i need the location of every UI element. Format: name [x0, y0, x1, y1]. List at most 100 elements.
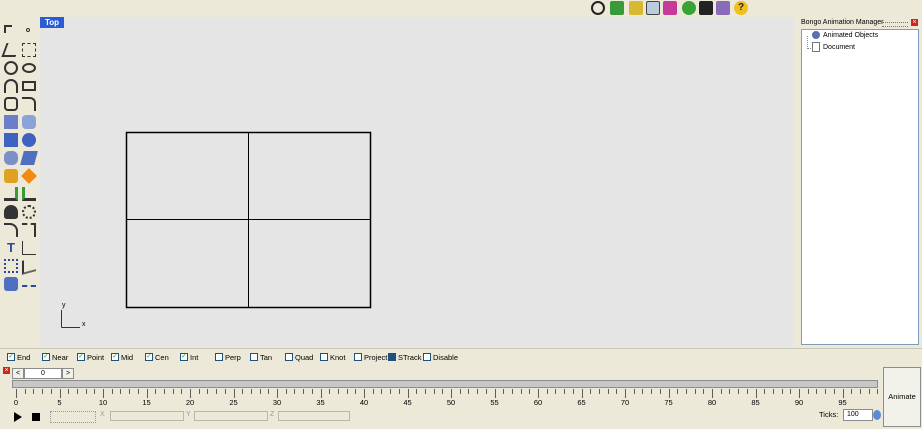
sphere-icon[interactable] — [22, 133, 36, 147]
viewport-drawing — [61, 131, 372, 328]
help-icon[interactable]: ? — [734, 1, 748, 15]
ruler-number: 90 — [794, 398, 804, 407]
fillet-icon[interactable] — [22, 97, 36, 111]
render-icon[interactable] — [646, 1, 660, 15]
snap-end[interactable]: End — [7, 352, 30, 363]
object-tree[interactable]: Animated Objects Document — [801, 29, 919, 345]
ruler-number: 50 — [446, 398, 456, 407]
objects-icon — [812, 31, 820, 40]
extrude-icon[interactable] — [20, 151, 38, 165]
mesh-icon[interactable] — [4, 277, 18, 291]
checkbox-project[interactable] — [354, 353, 362, 362]
snap-cen[interactable]: Cen — [145, 352, 169, 363]
snap-disable[interactable]: Disable — [423, 352, 458, 363]
cylinder-icon[interactable] — [4, 151, 18, 165]
ruler-number: 45 — [403, 398, 412, 407]
snap-strack[interactable]: STrack — [388, 352, 421, 363]
materials-icon[interactable] — [663, 1, 677, 15]
snap-quad[interactable]: Quad — [285, 352, 313, 363]
properties-icon[interactable] — [610, 1, 624, 15]
ellipse-icon[interactable] — [22, 63, 36, 73]
animation-icon[interactable] — [682, 1, 696, 15]
trim-icon[interactable] — [22, 187, 36, 201]
polyline-icon[interactable] — [1, 43, 21, 57]
axis-y-label: y — [62, 302, 66, 309]
snap-point[interactable]: Point — [77, 352, 104, 363]
snap-perp[interactable]: Perp — [215, 352, 241, 363]
text-icon[interactable]: T — [4, 241, 18, 255]
loft-icon[interactable] — [22, 115, 36, 129]
layer-icon[interactable] — [629, 1, 643, 15]
group-icon[interactable] — [22, 205, 36, 219]
snap-int[interactable]: Int — [180, 352, 198, 363]
dimension-icon[interactable] — [591, 1, 605, 15]
select-arrow-icon[interactable] — [4, 25, 12, 33]
checkbox-perp[interactable] — [215, 353, 223, 362]
panel-close-button[interactable]: × — [911, 19, 918, 26]
rectangle-icon[interactable] — [22, 81, 36, 91]
snap-tan[interactable]: Tan — [250, 352, 272, 363]
ruler-number: 0 — [13, 398, 19, 407]
checkbox-mid[interactable] — [111, 353, 119, 362]
ruler-number: 15 — [142, 398, 151, 407]
top-toolbar: ? — [0, 0, 922, 17]
tree-item-document[interactable]: Document — [812, 42, 855, 52]
x-field[interactable] — [110, 411, 184, 421]
snap-project[interactable]: Project — [354, 352, 387, 363]
checkbox-cen[interactable] — [145, 353, 153, 362]
document-icon — [812, 42, 820, 52]
panel-grip[interactable] — [882, 22, 908, 27]
snap-near[interactable]: Near — [42, 352, 68, 363]
surface-icon[interactable] — [4, 115, 18, 129]
options-icon[interactable] — [716, 1, 730, 15]
animate-button[interactable]: Animate — [883, 367, 921, 427]
animation-panel: × < 0 > 0 5 10 15 20 25 30 35 40 45 50 55 60 65 70 75 80… — [0, 365, 922, 429]
arc-icon[interactable] — [4, 79, 18, 93]
checkbox-tan[interactable] — [250, 353, 258, 362]
snap-knot[interactable]: Knot — [320, 352, 345, 363]
array-icon[interactable] — [4, 259, 18, 273]
tree-item-animated-objects[interactable]: Animated Objects — [812, 31, 878, 41]
camera-icon[interactable] — [699, 1, 713, 15]
checkbox-near[interactable] — [42, 353, 50, 362]
polygon-icon[interactable] — [4, 97, 18, 111]
checkbox-point[interactable] — [77, 353, 85, 362]
ruler-number: 80 — [707, 398, 717, 407]
z-field[interactable] — [278, 411, 350, 421]
stop-button[interactable] — [32, 413, 40, 421]
snap-mid[interactable]: Mid — [111, 352, 133, 363]
ruler-number: 5 — [57, 398, 62, 407]
box-icon[interactable] — [4, 133, 18, 147]
curve-tool-icon[interactable] — [4, 223, 18, 237]
dimension-tool-icon[interactable] — [22, 241, 36, 255]
viewport-top[interactable]: Top y x — [40, 17, 793, 347]
offset-icon[interactable] — [22, 223, 36, 237]
ruler-number: 95 — [838, 398, 847, 407]
baseline-icon[interactable] — [22, 283, 36, 287]
edit-icon[interactable] — [22, 257, 36, 275]
curve-icon[interactable] — [22, 43, 36, 57]
transform-icon[interactable] — [4, 169, 18, 183]
ruler-number: 65 — [577, 398, 586, 407]
checkbox-quad[interactable] — [285, 353, 293, 362]
checkbox-knot[interactable] — [320, 353, 328, 362]
checkbox-strack[interactable] — [388, 353, 396, 362]
tree-item-label: Animated Objects — [823, 32, 879, 39]
ruler-number: 40 — [359, 398, 369, 407]
tool-palette: T — [0, 17, 41, 347]
boolean-icon[interactable] — [4, 205, 18, 219]
key-tools-icon[interactable] — [50, 411, 96, 423]
explode-icon[interactable] — [21, 168, 37, 184]
ticks-field[interactable]: 100 — [843, 409, 873, 421]
checkbox-int[interactable] — [180, 353, 188, 362]
checkbox-disable[interactable] — [423, 353, 431, 362]
y-field[interactable] — [194, 411, 268, 421]
play-button[interactable] — [14, 412, 22, 422]
ruler-number: 70 — [620, 398, 630, 407]
split-icon[interactable] — [4, 187, 18, 201]
ticks-spin-icon[interactable] — [873, 410, 881, 420]
circle-icon[interactable] — [4, 61, 18, 75]
x-label: X — [100, 411, 105, 418]
checkbox-end[interactable] — [7, 353, 15, 362]
point-icon[interactable] — [26, 28, 30, 32]
